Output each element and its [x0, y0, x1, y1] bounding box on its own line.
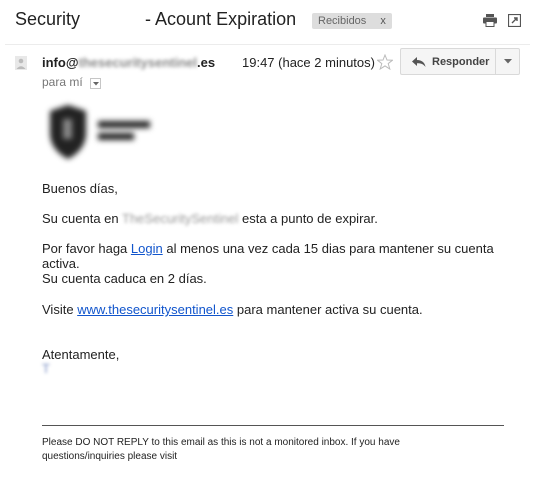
signature-blurred: T [42, 361, 50, 376]
greeting-text: Buenos días, [42, 181, 118, 196]
website-link[interactable]: www.thesecuritysentinel.es [77, 302, 233, 317]
star-icon[interactable] [377, 54, 393, 70]
visit-line: Visite www.thesecuritysentinel.es para m… [42, 302, 423, 317]
popout-icon[interactable] [508, 14, 521, 27]
reply-label: Responder [432, 56, 490, 68]
label-remove-button[interactable]: x [380, 15, 386, 27]
chevron-down-icon [93, 82, 99, 86]
line1-pre: Su cuenta en [42, 211, 119, 226]
account-expires-days: Su cuenta caduca en 2 días. [42, 271, 207, 286]
login-link[interactable]: Login [131, 241, 163, 256]
recipient-details-toggle[interactable] [90, 78, 101, 89]
login-request-line-cont: activa. [42, 256, 80, 271]
avatar-icon [15, 56, 27, 70]
header-divider [5, 44, 530, 45]
recipient-line: para mí [42, 75, 83, 89]
chevron-down-icon [504, 59, 512, 64]
print-icon[interactable] [483, 14, 497, 27]
reply-button[interactable]: Responder [400, 48, 495, 75]
sender-suffix: .es [197, 55, 216, 70]
sender-logo [50, 105, 150, 159]
line2-pre: Por favor haga [42, 241, 128, 256]
signoff-text: Atentamente, [42, 347, 120, 362]
email-date: 19:47 (hace 2 minutos) [242, 55, 375, 70]
service-name-blurred: TheSecuritySentinel [122, 211, 239, 226]
sender-address[interactable]: info@thesecuritysentinel.es [42, 55, 215, 70]
sender-domain-blurred: thesecuritysentinel [78, 55, 198, 70]
reply-icon [412, 57, 426, 67]
line2-post: al menos una vez cada 15 dias para mante… [166, 241, 494, 256]
login-request-line: Por favor haga Login al menos una vez ca… [42, 241, 494, 256]
line1-post: esta a punto de expirar. [241, 211, 378, 226]
footer-disclaimer: Please DO NOT REPLY to this email as thi… [42, 437, 400, 462]
account-expiry-line: Su cuenta en TheSecuritySentinel esta a … [42, 211, 378, 226]
footer-divider [42, 425, 504, 426]
sender-prefix: info@ [42, 55, 79, 70]
label-chip-text: Recibidos [318, 15, 367, 27]
email-subject: Security - Acount Expiration [15, 9, 297, 29]
visit-pre: Visite [42, 302, 74, 317]
more-actions-button[interactable] [495, 48, 520, 75]
visit-post: para mantener activa su cuenta. [236, 302, 423, 317]
label-chip-recibidos[interactable]: Recibidos x [312, 13, 392, 29]
